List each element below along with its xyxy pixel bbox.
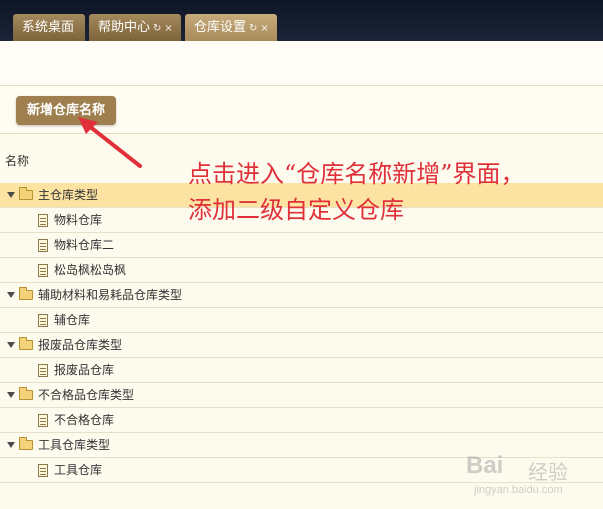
tree-node-child[interactable]: 松岛枫松岛枫 (0, 258, 603, 283)
tree-node-label: 松岛枫松岛枫 (54, 263, 127, 277)
refresh-icon[interactable]: ↻ (153, 23, 161, 34)
annotation-line-2: 添加二级自定义仓库 (188, 196, 404, 224)
tree-node-label: 报废品仓库 (54, 363, 115, 377)
close-icon[interactable]: × (260, 23, 268, 34)
tab-label: 仓库设置 (194, 20, 247, 35)
tree-node-label: 不合格仓库 (54, 413, 115, 427)
close-icon[interactable]: × (164, 23, 172, 34)
watermark-sub: 经验 (528, 460, 568, 484)
tree-node-label: 辅助材料和易耗品仓库类型 (38, 288, 183, 302)
tree-node-label: 工具仓库类型 (38, 438, 111, 452)
watermark-url: jingyan.baidu.com (474, 484, 563, 496)
folder-icon (19, 287, 33, 300)
tree-node-label: 辅仓库 (54, 313, 91, 327)
refresh-icon[interactable]: ↻ (249, 23, 257, 34)
document-icon (38, 214, 48, 227)
content-top-area (0, 41, 603, 85)
folder-icon (19, 187, 33, 200)
expand-arrow-icon[interactable] (7, 192, 15, 198)
folder-icon (19, 437, 33, 450)
tab-help-center[interactable]: 帮助中心 ↻ × (89, 14, 181, 41)
tree-node-parent[interactable]: 不合格品仓库类型 (0, 383, 603, 408)
expand-arrow-icon[interactable] (7, 392, 15, 398)
folder-icon (19, 387, 33, 400)
tree-node-child[interactable]: 物料仓库二 (0, 233, 603, 258)
tree-node-child[interactable]: 不合格仓库 (0, 408, 603, 433)
expand-arrow-icon[interactable] (7, 292, 15, 298)
tree-node-parent[interactable]: 辅助材料和易耗品仓库类型 (0, 283, 603, 308)
tab-warehouse-settings[interactable]: 仓库设置 ↻ × (185, 14, 277, 41)
folder-icon (19, 337, 33, 350)
tree-node-label: 主仓库类型 (38, 188, 99, 202)
tab-bar: 系统桌面 帮助中心 ↻ × 仓库设置 ↻ × (0, 0, 603, 41)
tree-node-parent[interactable]: 报废品仓库类型 (0, 333, 603, 358)
tab-label: 帮助中心 (98, 20, 151, 35)
warehouse-tree: 主仓库类型物料仓库物料仓库二松岛枫松岛枫辅助材料和易耗品仓库类型辅仓库报废品仓库… (0, 183, 603, 483)
annotation-callout: 点击进入“仓库名称新增”界面， 添加二级自定义仓库 (188, 156, 598, 228)
document-icon (38, 239, 48, 252)
document-icon (38, 314, 48, 327)
document-icon (38, 464, 48, 477)
document-icon (38, 364, 48, 377)
tree-node-label: 不合格品仓库类型 (38, 388, 135, 402)
column-header-name: 名称 (5, 154, 30, 168)
tab-system-desktop[interactable]: 系统桌面 (13, 14, 85, 41)
tree-node-label: 报废品仓库类型 (38, 338, 123, 352)
document-icon (38, 264, 48, 277)
document-icon (38, 414, 48, 427)
tree-node-child[interactable]: 辅仓库 (0, 308, 603, 333)
tab-label: 系统桌面 (22, 20, 75, 35)
annotation-arrow (78, 117, 142, 168)
tree-node-label: 工具仓库 (54, 463, 103, 477)
annotation-line-1: 点击进入“仓库名称新增”界面， (188, 160, 525, 188)
expand-arrow-icon[interactable] (7, 342, 15, 348)
watermark-logo-text: Bai (466, 452, 504, 479)
tree-node-child[interactable]: 报废品仓库 (0, 358, 603, 383)
watermark: Bai 经验 jingyan.baidu.com (466, 446, 598, 502)
tree-node-label: 物料仓库二 (54, 238, 115, 252)
expand-arrow-icon[interactable] (7, 442, 15, 448)
tree-node-label: 物料仓库 (54, 213, 103, 227)
